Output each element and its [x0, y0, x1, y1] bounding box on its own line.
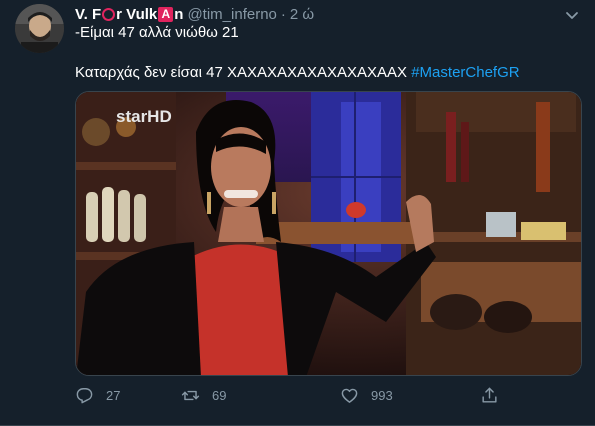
reply-icon — [76, 388, 93, 404]
display-name-part: r Vulk — [116, 5, 158, 23]
separator-dot: · — [280, 5, 286, 23]
display-name-part: V. F — [75, 5, 102, 23]
chevron-down-icon[interactable] — [563, 6, 581, 24]
hashtag-link[interactable]: #MasterChefGR — [411, 64, 519, 81]
retweet-button[interactable]: 69 — [181, 386, 226, 405]
tweet-text: Καταρχάς δεν είσαι 47 ΧΑΧΑΧΑΧΑΧΑΧΑΧΑΧΑΑΧ — [75, 64, 412, 81]
share-button[interactable] — [480, 386, 511, 405]
like-button[interactable]: 993 — [340, 386, 393, 405]
retweet-icon — [181, 390, 200, 401]
tweet-header: V. F r Vulk A n @tim_inferno · 2 ώ — [75, 4, 314, 24]
like-count: 993 — [371, 388, 393, 403]
red-circle-emoji-icon — [102, 7, 116, 21]
tweet-text-line: Καταρχάς δεν είσαι 47 ΧΑΧΑΧΑΧΑΧΑΧΑΧΑΧΑΑΧ… — [75, 64, 520, 81]
reply-button[interactable]: 27 — [75, 386, 120, 405]
tweet-actions: 27 69 993 — [75, 386, 515, 410]
display-name-part: n — [174, 5, 184, 23]
like-icon — [341, 388, 358, 403]
tweet-media-image[interactable]: starHD — [75, 91, 582, 376]
display-name[interactable]: V. F r Vulk A n — [75, 6, 183, 23]
share-icon — [482, 387, 497, 403]
tweet-text-line: -Είμαι 47 αλλά νιώθω 21 — [75, 24, 239, 41]
reply-count: 27 — [106, 388, 121, 403]
a-button-emoji-icon: A — [158, 6, 174, 22]
avatar[interactable] — [15, 4, 64, 53]
retweet-count: 69 — [212, 388, 227, 403]
timestamp[interactable]: 2 ώ — [290, 6, 314, 23]
media-watermark: starHD — [116, 107, 172, 126]
tweet[interactable]: V. F r Vulk A n @tim_inferno · 2 ώ -Είμα… — [0, 0, 595, 426]
user-handle[interactable]: @tim_inferno — [187, 6, 276, 23]
